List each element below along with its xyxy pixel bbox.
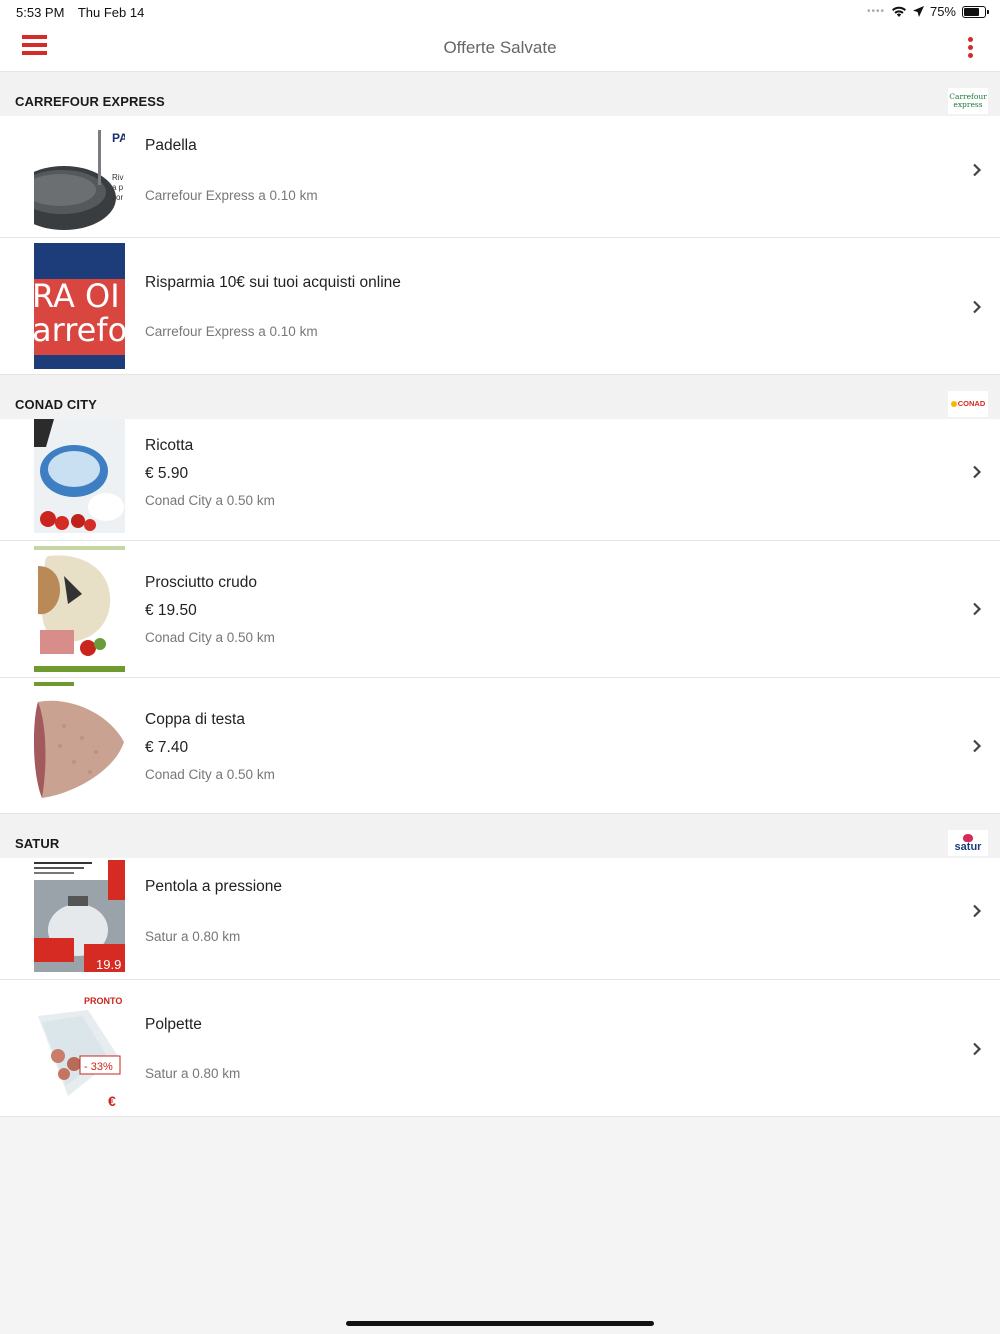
section-header-satur: SATUR satur xyxy=(0,814,1000,858)
offer-store-distance: Conad City a 0.50 km xyxy=(145,630,275,645)
svg-text:19.9: 19.9 xyxy=(96,957,121,972)
battery-percent: 75% xyxy=(929,4,956,19)
battery-icon xyxy=(962,5,989,18)
svg-text:PRONTO: PRONTO xyxy=(84,996,122,1006)
svg-text:cor: cor xyxy=(112,193,123,202)
cellular-signal-icon: •••• xyxy=(866,6,885,17)
home-indicator[interactable] xyxy=(346,1321,654,1326)
offer-price: € 5.90 xyxy=(145,465,189,482)
product-image-coppa xyxy=(34,682,125,806)
offer-store-distance: Satur a 0.80 km xyxy=(145,929,241,944)
product-image-padella: PA 40 Riv a p cor xyxy=(34,130,125,232)
offer-store-distance: Satur a 0.80 km xyxy=(145,1066,241,1081)
offer-title: Coppa di testa xyxy=(145,711,245,728)
list-item[interactable]: PA 40 Riv a p cor Padella Carrefour Expr… xyxy=(0,116,1000,238)
chevron-right-icon xyxy=(973,300,982,314)
status-date: Thu Feb 14 xyxy=(77,5,145,20)
satur-logo: satur xyxy=(948,830,988,856)
chevron-right-icon xyxy=(973,904,982,918)
offer-store-distance: Carrefour Express a 0.10 km xyxy=(145,324,318,339)
carrefour-logo: Carrefour express xyxy=(948,88,988,114)
svg-text:arrefo: arrefo xyxy=(34,311,125,349)
offer-title: Polpette xyxy=(145,1016,202,1033)
list-item[interactable]: PRONTO - 33% € Polpette Satur a 0.80 km xyxy=(0,980,1000,1117)
location-arrow-icon xyxy=(912,6,924,17)
wifi-icon xyxy=(891,6,906,17)
status-bar: 5:53 PM Thu Feb 14 •••• 75% xyxy=(0,0,1000,24)
product-image-prosciutto xyxy=(34,546,125,672)
list-item[interactable]: Ricotta € 5.90 Conad City a 0.50 km xyxy=(0,419,1000,541)
chevron-right-icon xyxy=(973,739,982,753)
product-image-pentola: 19.9 xyxy=(34,860,125,972)
product-image-ricotta xyxy=(34,419,125,533)
list-item[interactable]: RA OI arrefo Risparmia 10€ sui tuoi acqu… xyxy=(0,238,1000,375)
section-header-conad-city: CONAD CITY CONAD xyxy=(0,375,1000,419)
svg-text:RA OI: RA OI xyxy=(34,277,120,315)
offer-title: Prosciutto crudo xyxy=(145,574,257,591)
chevron-right-icon xyxy=(973,602,982,616)
list-item[interactable]: Coppa di testa € 7.40 Conad City a 0.50 … xyxy=(0,678,1000,814)
svg-text:a p: a p xyxy=(112,183,124,192)
section-header-carrefour-express: CARREFOUR EXPRESS Carrefour express xyxy=(0,72,1000,116)
offer-title: Risparmia 10€ sui tuoi acquisti online xyxy=(145,274,401,291)
svg-text:Riv: Riv xyxy=(112,173,124,182)
navigation-bar: Offerte Salvate xyxy=(0,24,1000,72)
list-item[interactable]: Prosciutto crudo € 19.50 Conad City a 0.… xyxy=(0,541,1000,678)
section-title: CARREFOUR EXPRESS xyxy=(15,94,165,109)
offer-store-distance: Conad City a 0.50 km xyxy=(145,493,275,508)
svg-text:€: € xyxy=(108,1093,116,1109)
section-title: CONAD CITY xyxy=(15,397,97,412)
offer-price: € 19.50 xyxy=(145,602,197,619)
offer-store-distance: Carrefour Express a 0.10 km xyxy=(145,188,318,203)
list-item[interactable]: 19.9 Pentola a pressione Satur a 0.80 km xyxy=(0,858,1000,980)
conad-logo: CONAD xyxy=(948,391,988,417)
chevron-right-icon xyxy=(973,1042,982,1056)
offer-store-distance: Conad City a 0.50 km xyxy=(145,767,275,782)
product-image-risparmia: RA OI arrefo xyxy=(34,243,125,369)
svg-text:PA 40: PA 40 xyxy=(112,131,125,145)
section-title: SATUR xyxy=(15,836,60,851)
more-options-icon[interactable] xyxy=(966,37,974,61)
chevron-right-icon xyxy=(973,465,982,479)
svg-text:- 33%: - 33% xyxy=(84,1061,113,1073)
offer-price: € 7.40 xyxy=(145,739,189,756)
status-time: 5:53 PM xyxy=(16,5,65,20)
offer-title: Padella xyxy=(145,137,197,154)
chevron-right-icon xyxy=(973,163,982,177)
offer-title: Ricotta xyxy=(145,437,194,454)
product-image-polpette: PRONTO - 33% € xyxy=(34,986,125,1110)
offer-title: Pentola a pressione xyxy=(145,878,283,895)
page-title: Offerte Salvate xyxy=(443,38,557,57)
